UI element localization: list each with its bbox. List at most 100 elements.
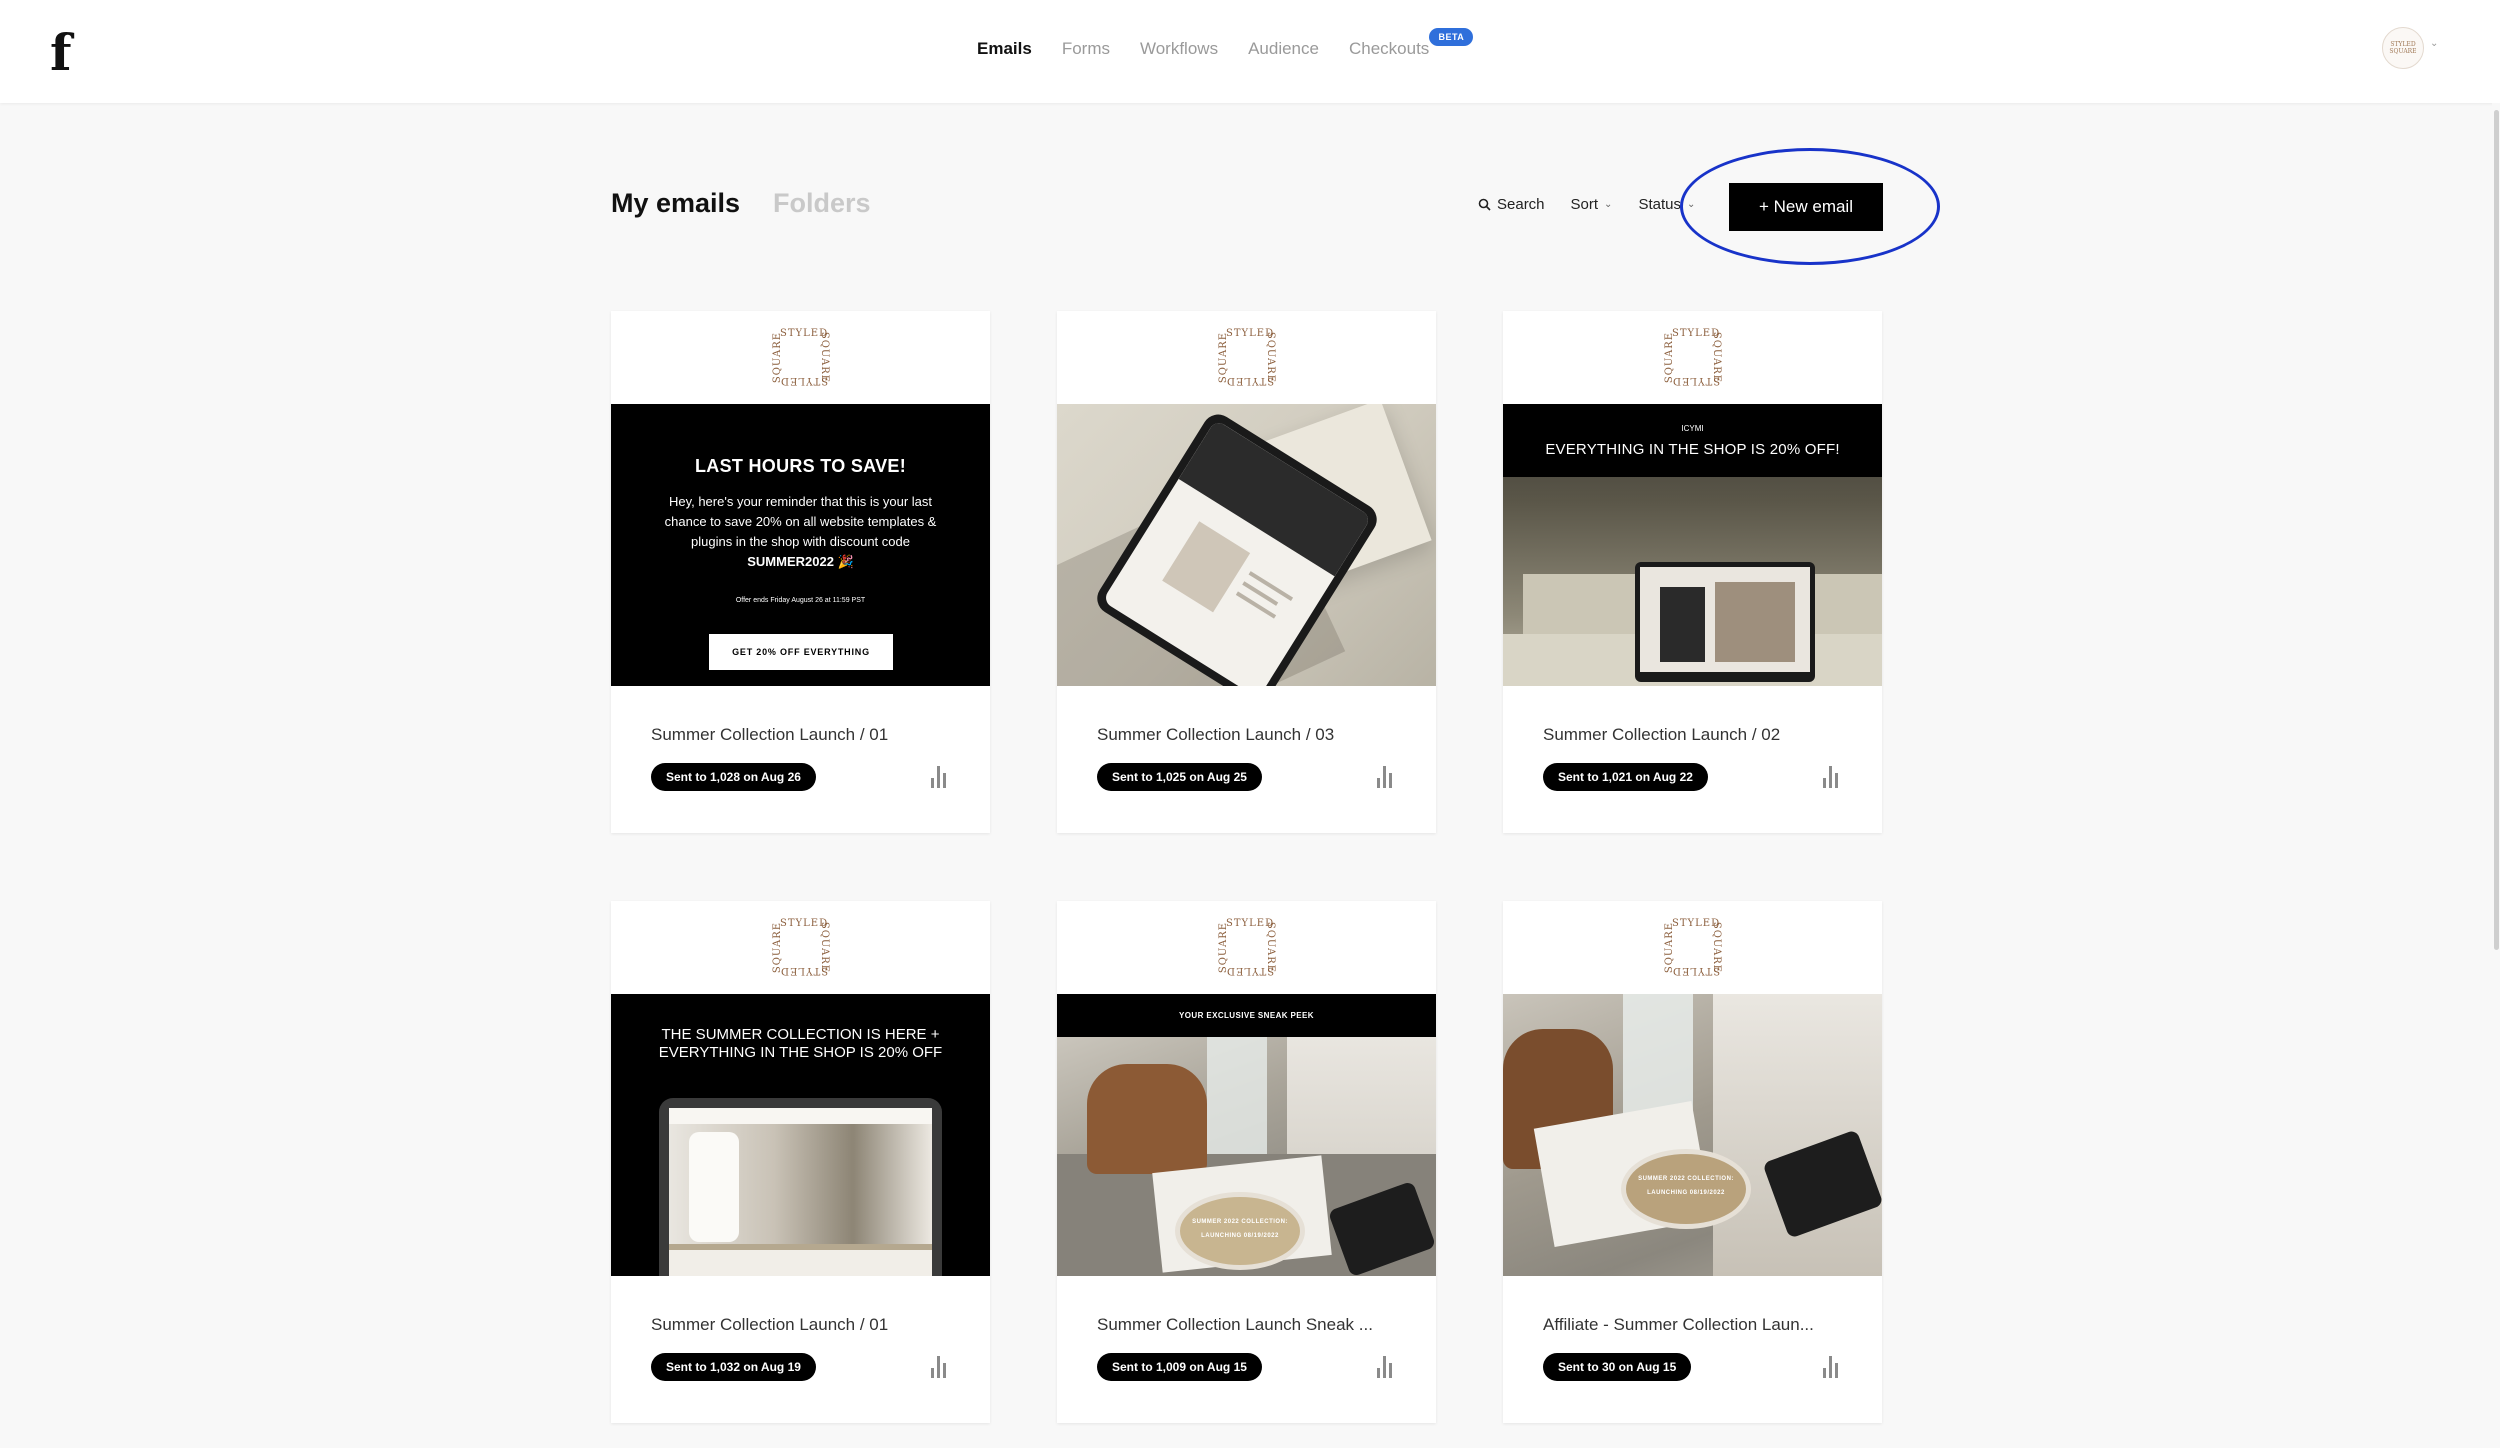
email-card[interactable]: STYLED STYLED SQUARE SQUARE ICYMI EVERYT… [1503,311,1882,833]
brand-logo-text: SQUARE [818,331,830,384]
status-label: Status [1638,196,1681,213]
nav-item-workflows[interactable]: Workflows [1140,39,1218,59]
sent-status-badge: Sent to 1,028 on Aug 26 [651,763,816,791]
sent-status-badge: Sent to 1,025 on Aug 25 [1097,763,1262,791]
preview-photo [1715,582,1795,662]
email-card[interactable]: STYLED STYLED SQUARE SQUARE SUMMER 2022 … [1503,901,1882,1423]
card-header: STYLED STYLED SQUARE SQUARE [1503,901,1882,994]
nav-item-emails[interactable]: Emails [977,39,1032,59]
main-nav: Emails Forms Workflows Audience Checkout… [977,28,1474,62]
stats-bar-chart-icon[interactable] [1823,766,1839,788]
email-preview-image: SUMMER 2022 COLLECTION: LAUNCHING 08/19/… [1057,994,1436,1276]
status-dropdown[interactable]: Status ⌄ [1638,196,1695,213]
preview-body-text: Hey, here's your reminder that this is y… [664,494,937,549]
preview-tablet-screen [669,1108,932,1276]
brand-logo-text: SQUARE [1664,921,1676,974]
stats-bar-chart-icon[interactable] [931,766,947,788]
brand-logo-text: SQUARE [1710,331,1722,384]
preview-cta-button: GET 20% OFF EVERYTHING [709,634,893,670]
preview-screen-photo [1162,521,1251,613]
preview-fine-print: Offer ends Friday August 26 at 11:59 PST [735,597,866,604]
brand-logo: STYLED STYLED SQUARE SQUARE [1212,328,1280,386]
preview-screen-line [1235,591,1277,619]
brand-logo: STYLED STYLED SQUARE SQUARE [1658,918,1726,976]
preview-headline: THE SUMMER COLLECTION IS HERE + EVERYTHI… [658,1026,943,1061]
tab-folders[interactable]: Folders [773,188,871,219]
brand-logo-text: SQUARE [818,921,830,974]
card-header: STYLED STYLED SQUARE SQUARE [1057,901,1436,994]
email-title[interactable]: Summer Collection Launch / 03 [1097,725,1334,745]
email-card[interactable]: STYLED STYLED SQUARE SQUARE SUMMER 2022 … [1057,901,1436,1423]
card-header: STYLED STYLED SQUARE SQUARE [1057,311,1436,404]
preview-coffee-cup: SUMMER 2022 COLLECTION: LAUNCHING 08/19/… [1175,1192,1305,1270]
email-preview-image: SUMMER 2022 COLLECTION: LAUNCHING 08/19/… [1503,994,1882,1276]
email-title[interactable]: Summer Collection Launch / 01 [651,725,888,745]
sort-label: Sort [1570,196,1599,213]
preview-screen-line [1248,571,1294,601]
sent-status-badge: Sent to 1,032 on Aug 19 [651,1353,816,1381]
card-header: STYLED STYLED SQUARE SQUARE [611,901,990,994]
stats-bar-chart-icon[interactable] [931,1356,947,1378]
nav-item-forms[interactable]: Forms [1062,39,1110,59]
preview-discount-code: SUMMER2022 🎉 [747,554,854,569]
list-tools: Search Sort ⌄ Status ⌄ [1478,196,1695,213]
preview-screen-strip [669,1244,932,1250]
stats-bar-chart-icon[interactable] [1823,1356,1839,1378]
nav-item-audience[interactable]: Audience [1248,39,1319,59]
preview-header-band: YOUR EXCLUSIVE SNEAK PEEK [1057,994,1436,1037]
search-button[interactable]: Search [1478,196,1545,213]
brand-logo-text: SQUARE [1218,331,1230,384]
page-scrollbar-thumb[interactable] [2494,110,2499,950]
preview-laptop-screen [1640,567,1810,672]
brand-logo-text: SQUARE [772,921,784,974]
top-navigation-bar: f Emails Forms Workflows Audience Checko… [0,0,2500,103]
brand-logo-text: SQUARE [1218,921,1230,974]
stats-bar-chart-icon[interactable] [1377,1356,1393,1378]
nav-item-checkouts-label: Checkouts [1348,39,1430,58]
brand-logo: STYLED STYLED SQUARE SQUARE [1658,328,1726,386]
preview-body: Hey, here's your reminder that this is y… [651,492,950,572]
search-icon [1478,198,1491,211]
email-title[interactable]: Summer Collection Launch / 02 [1543,725,1780,745]
email-card[interactable]: STYLED STYLED SQUARE SQUARE Summer Colle… [1057,311,1436,833]
preview-cup-text: SUMMER 2022 COLLECTION: LAUNCHING 08/19/… [1638,1176,1734,1196]
chevron-down-icon: ⌄ [1686,199,1696,210]
preview-kicker: ICYMI [1681,424,1704,433]
brand-logo-text: SQUARE [1264,331,1276,384]
email-preview: ICYMI EVERYTHING IN THE SHOP IS 20% OFF! [1503,404,1882,686]
beta-badge: BETA [1429,28,1474,46]
brand-logo: STYLED STYLED SQUARE SQUARE [766,328,834,386]
email-card[interactable]: STYLED STYLED SQUARE SQUARE THE SUMMER C… [611,901,990,1423]
preview-photo [1660,587,1705,662]
email-card[interactable]: STYLED STYLED SQUARE SQUARE LAST HOURS T… [611,311,990,833]
brand-logo-text: SQUARE [1664,331,1676,384]
sort-dropdown[interactable]: Sort ⌄ [1571,196,1613,213]
email-title[interactable]: Summer Collection Launch / 01 [651,1315,888,1335]
tab-my-emails[interactable]: My emails [611,188,740,219]
preview-screen-bar [669,1108,932,1125]
brand-logo-text: SQUARE [1264,921,1276,974]
preview-photo [689,1132,739,1242]
preview-cup-text: SUMMER 2022 COLLECTION: LAUNCHING 08/19/… [1192,1219,1288,1239]
account-avatar[interactable]: STYLED SQUARE [2382,27,2424,69]
chevron-down-icon[interactable]: ⌄ [2430,38,2438,49]
new-email-button[interactable]: + New email [1729,183,1883,231]
app-logo[interactable]: f [50,28,72,78]
preview-tablet [659,1098,942,1276]
preview-screen-hero [669,1124,932,1244]
preview-headline: LAST HOURS TO SAVE! [694,456,907,476]
stats-bar-chart-icon[interactable] [1377,766,1393,788]
preview-laptop [1635,562,1815,682]
brand-logo-text: SQUARE [772,331,784,384]
email-title[interactable]: Summer Collection Launch Sneak ... [1097,1315,1373,1335]
email-preview: THE SUMMER COLLECTION IS HERE + EVERYTHI… [611,994,990,1276]
preview-coffee-cup: SUMMER 2022 COLLECTION: LAUNCHING 08/19/… [1621,1149,1751,1229]
sent-status-badge: Sent to 1,021 on Aug 22 [1543,763,1708,791]
brand-logo: STYLED STYLED SQUARE SQUARE [766,918,834,976]
sent-status-badge: Sent to 30 on Aug 15 [1543,1353,1692,1381]
email-preview-image [1057,404,1436,686]
email-title[interactable]: Affiliate - Summer Collection Laun... [1543,1315,1814,1335]
preview-headline: EVERYTHING IN THE SHOP IS 20% OFF! [1545,441,1840,458]
nav-item-checkouts[interactable]: Checkouts BETA [1348,28,1474,59]
preview-bag [1087,1064,1207,1174]
